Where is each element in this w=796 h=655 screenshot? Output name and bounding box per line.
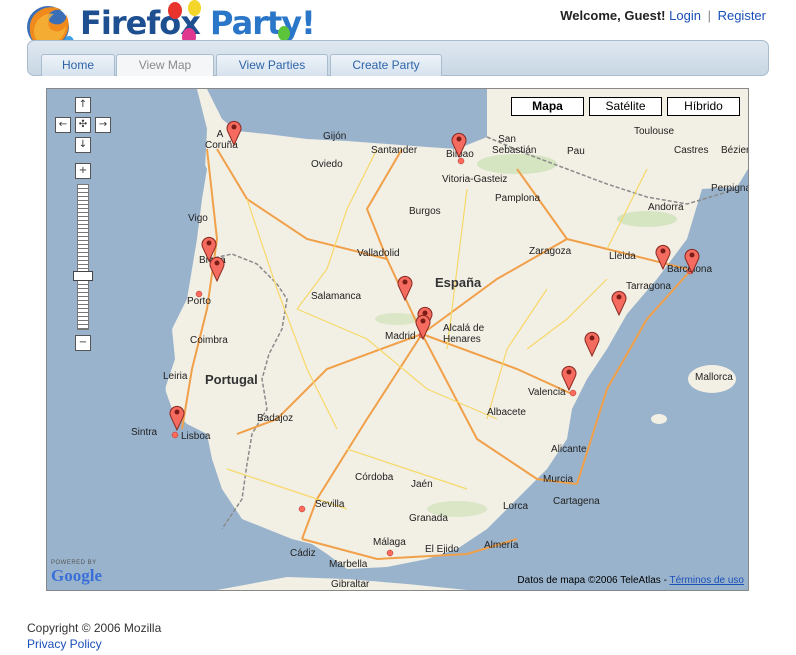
city-label: Badajoz (257, 413, 294, 424)
site-header: Firefox Party! Welcome, Guest! Login | R… (0, 0, 796, 78)
register-link[interactable]: Register (718, 8, 766, 23)
city-label: Albacete (487, 407, 526, 418)
city-label: Almería (484, 540, 519, 551)
party-marker-icon[interactable] (414, 312, 432, 340)
privacy-policy-link[interactable]: Privacy Policy (27, 637, 102, 651)
city-label: Gibraltar (331, 579, 370, 590)
city-label: Marbella (329, 559, 368, 570)
tab-home[interactable]: Home (41, 54, 115, 76)
city-label: Porto (187, 296, 211, 307)
party-marker-icon[interactable] (396, 273, 414, 301)
city-label: Pamplona (495, 193, 541, 204)
user-bar-separator: | (707, 8, 711, 23)
zoom-in-button[interactable]: + (75, 163, 91, 179)
welcome-text: Welcome, Guest! (560, 8, 666, 23)
city-label: Madrid (385, 331, 416, 342)
party-marker-icon[interactable] (208, 254, 226, 282)
login-link[interactable]: Login (669, 8, 701, 23)
map-type-satellite-button[interactable]: Satélite (589, 97, 662, 116)
terms-of-use-link[interactable]: Términos de uso (670, 575, 744, 586)
city-label: Pau (567, 146, 585, 157)
city-label: Granada (409, 513, 448, 524)
google-logo: Google (51, 566, 102, 585)
city-label: Málaga (373, 537, 406, 548)
city-label: Perpignan (711, 183, 748, 194)
city-label: Gijón (323, 131, 347, 142)
main-nav: Home View Map View Parties Create Party (27, 40, 769, 76)
city-label: Castres (674, 145, 709, 156)
city-label: Lisboa (181, 431, 211, 442)
city-label: Cádiz (290, 548, 316, 559)
user-bar: Welcome, Guest! Login | Register (560, 8, 766, 23)
tab-create-party[interactable]: Create Party (330, 54, 442, 76)
city-label: Sevilla (315, 499, 345, 510)
city-label: Zaragoza (529, 246, 572, 257)
city-label: Salamanca (311, 291, 362, 302)
balloon-red-icon (168, 2, 182, 19)
city-label: Andorra (648, 202, 684, 213)
map-attribution-text: Datos de mapa ©2006 TeleAtlas - (517, 575, 667, 586)
party-marker-icon[interactable] (683, 246, 701, 274)
pan-center-button[interactable]: ✣ (75, 117, 91, 133)
map-type-hybrid-button[interactable]: Híbrido (667, 97, 740, 116)
map-attribution: Datos de mapa ©2006 TeleAtlas - Términos… (517, 575, 744, 586)
city-label: Cartagena (553, 496, 600, 507)
party-marker-icon[interactable] (560, 363, 578, 391)
city-label: Lorca (503, 501, 529, 512)
pan-up-button[interactable]: ↑ (75, 97, 91, 113)
zoom-out-button[interactable]: − (75, 335, 91, 351)
page-footer: Copyright © 2006 Mozilla Privacy Policy (27, 620, 161, 652)
party-marker-icon[interactable] (225, 118, 243, 146)
pan-right-button[interactable]: → (95, 117, 111, 133)
tab-view-map[interactable]: View Map (116, 54, 214, 76)
pan-down-button[interactable]: ↓ (75, 137, 91, 153)
city-label: El Ejido (425, 544, 459, 555)
pan-left-button[interactable]: ← (55, 117, 71, 133)
city-label: Mallorca (695, 372, 733, 383)
party-marker-icon[interactable] (450, 130, 468, 158)
ibiza-island (651, 414, 667, 424)
city-label: Oviedo (311, 159, 343, 170)
city-label: Leiria (163, 371, 188, 382)
country-label-spain: España (435, 275, 482, 290)
city-label: Jaén (411, 479, 433, 490)
balloon-yellow-icon (188, 0, 201, 16)
city-label: Vitoria-Gasteiz (442, 174, 508, 185)
party-marker-icon[interactable] (168, 403, 186, 431)
country-label-portugal: Portugal (205, 372, 258, 387)
city-label: Lleida (609, 251, 636, 262)
tab-view-parties[interactable]: View Parties (216, 54, 328, 76)
powered-by-google[interactable]: POWERED BY Google (51, 560, 102, 586)
city-label: Burgos (409, 206, 441, 217)
logo-word-party: Party! (210, 4, 316, 42)
city-label: San Sebastián (492, 134, 537, 156)
copyright-text: Copyright © 2006 Mozilla (27, 621, 162, 635)
city-label: Tarragona (626, 281, 672, 292)
party-marker-icon[interactable] (583, 329, 601, 357)
city-label: Toulouse (634, 126, 675, 137)
zoom-slider-handle[interactable] (73, 271, 93, 281)
city-label: Vigo (188, 213, 208, 224)
city-label: Córdoba (355, 472, 394, 483)
party-marker-icon[interactable] (610, 288, 628, 316)
city-label: Alcalá de Henares (443, 323, 485, 345)
map-type-mapa-button[interactable]: Mapa (511, 97, 584, 116)
party-marker-icon[interactable] (654, 242, 672, 270)
city-label: Santander (371, 145, 418, 156)
city-label: Coimbra (190, 335, 228, 346)
city-label: Valladolid (357, 248, 400, 259)
balloon-green-icon (278, 26, 290, 41)
city-label: Sintra (131, 427, 158, 438)
zoom-slider-track[interactable] (77, 184, 89, 330)
city-label: Béziers (721, 145, 748, 156)
party-map[interactable]: Mapa Satélite Híbrido ↑ ← ✣ → ↓ + − Espa… (46, 88, 749, 591)
city-label: Murcia (543, 474, 574, 485)
city-label: Alicante (551, 444, 587, 455)
